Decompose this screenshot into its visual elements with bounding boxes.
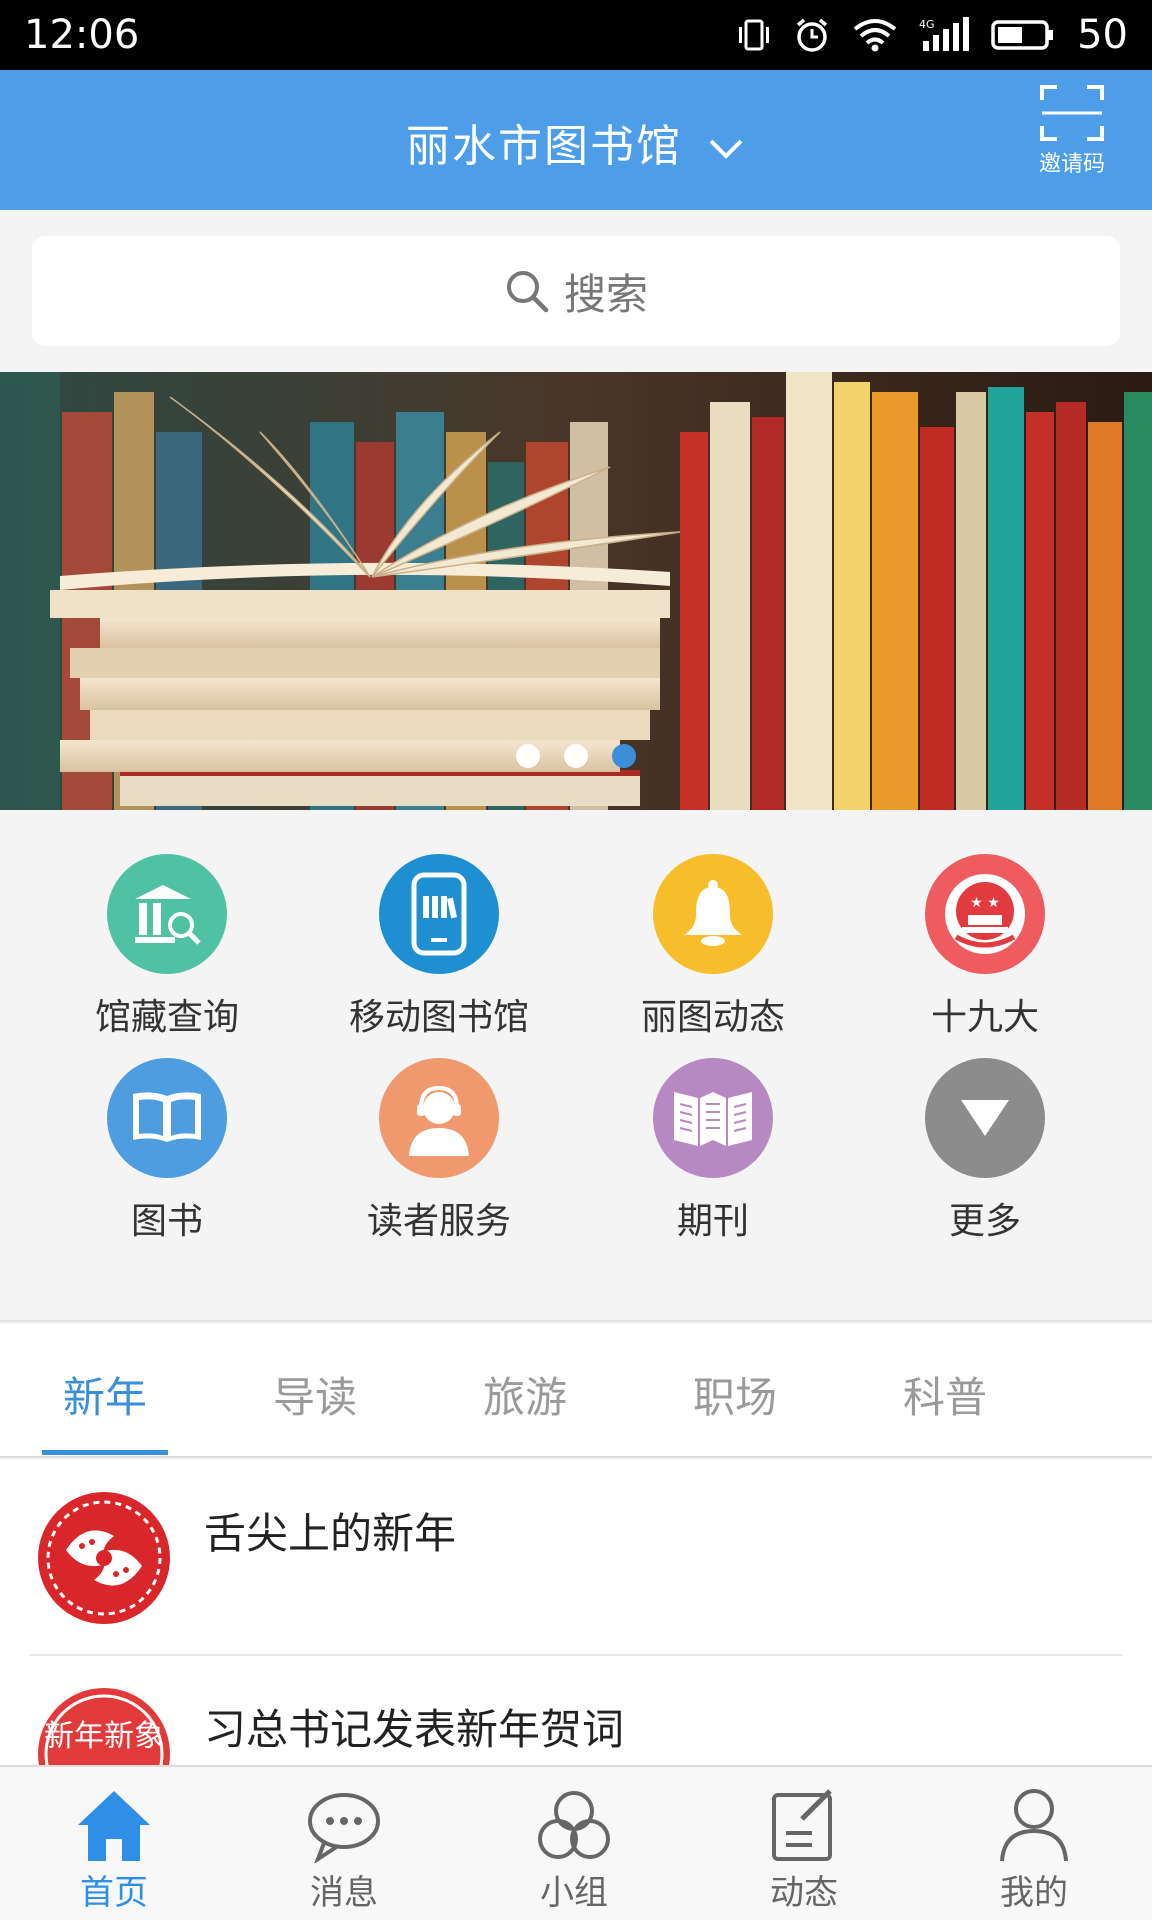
book-icon (107, 1058, 227, 1178)
grid-item-19th-congress[interactable]: ★ ★ 十九大 (870, 854, 1100, 1040)
invite-code-label: 邀请码 (1038, 152, 1105, 177)
bottom-nav: 首页 消息 小组 动态 我的 (0, 1765, 1152, 1920)
grid-item-mobile-library[interactable]: 移动图书馆 (324, 854, 554, 1040)
user-icon (1000, 1789, 1068, 1862)
article-list: 舌尖上的新年 新年新象 习总书记发表新年贺词 (0, 1460, 1152, 1765)
alarm-icon (796, 18, 828, 52)
carousel-dot[interactable] (564, 744, 588, 768)
chat-icon (308, 1793, 380, 1863)
tab-science[interactable]: 科普 (882, 1364, 1008, 1425)
scan-icon (1040, 85, 1104, 141)
wifi-icon (853, 19, 897, 52)
carousel-dot[interactable] (516, 744, 540, 768)
mobile-library-icon (379, 854, 499, 974)
edit-icon (772, 1789, 832, 1861)
magazine-icon (653, 1058, 773, 1178)
grid-label: 十九大 (930, 997, 1039, 1038)
nav-label: 小组 (540, 1873, 608, 1913)
grid-label: 更多 (948, 1201, 1021, 1242)
search-icon (506, 271, 549, 313)
vibrate-icon (739, 19, 770, 51)
grid-item-library-news[interactable]: 丽图动态 (598, 854, 828, 1040)
library-search-icon (107, 854, 227, 974)
tab-workplace[interactable]: 职场 (672, 1364, 798, 1425)
grid-label: 读者服务 (366, 1201, 511, 1242)
battery-icon (991, 20, 1054, 50)
article-title: 习总书记发表新年贺词 (204, 1705, 625, 1754)
signal-icon: 4G (919, 17, 970, 51)
active-tab-indicator (42, 1450, 168, 1455)
status-icons: 4G 50 (737, 12, 1128, 58)
nav-messages[interactable]: 消息 (264, 1787, 424, 1914)
list-item[interactable]: 舌尖上的新年 (0, 1460, 1152, 1656)
article-title: 舌尖上的新年 (204, 1509, 457, 1558)
tab-new-year[interactable]: 新年 (42, 1364, 168, 1425)
nav-home[interactable]: 首页 (34, 1787, 194, 1914)
grid-item-more[interactable]: 更多 (870, 1058, 1100, 1244)
search-input[interactable]: 搜索 (32, 236, 1120, 346)
grid-label: 图书 (130, 1201, 203, 1242)
invite-code-button[interactable]: 邀请码 (1028, 84, 1116, 178)
carousel-indicators (0, 744, 1152, 768)
paper-cut-new-year-icon: 新年新象 (38, 1688, 170, 1765)
quick-access-grid: 馆藏查询 移动图书馆 丽图动态 ★ ★ 十九大 图书 读者服务 期刊 更多 (0, 810, 1152, 1322)
list-item[interactable]: 新年新象 习总书记发表新年贺词 (0, 1656, 1152, 1765)
grid-item-books[interactable]: 图书 (52, 1058, 282, 1244)
carousel-dot-active[interactable] (612, 744, 636, 768)
app-header: 丽水市图书馆 邀请码 (0, 70, 1152, 210)
bell-icon (653, 854, 773, 974)
grid-item-reader-services[interactable]: 读者服务 (324, 1058, 554, 1244)
nav-profile[interactable]: 我的 (954, 1787, 1114, 1914)
nav-feed[interactable]: 动态 (724, 1787, 884, 1914)
nav-groups[interactable]: 小组 (494, 1787, 654, 1914)
grid-label: 期刊 (676, 1201, 749, 1242)
library-selector[interactable]: 丽水市图书馆 (0, 110, 1152, 174)
category-tabs: 新年 导读 旅游 职场 科普 (0, 1324, 1152, 1458)
status-bar: 12:06 4G 50 (0, 0, 1152, 70)
nav-label: 消息 (310, 1873, 378, 1913)
more-icon (925, 1058, 1045, 1178)
page-title: 丽水市图书馆 (406, 121, 682, 172)
svg-text:4G: 4G (919, 18, 935, 31)
svg-text:★ ★: ★ ★ (970, 895, 1000, 911)
battery-level: 50 (1077, 12, 1128, 58)
headset-user-icon (379, 1058, 499, 1178)
nav-label: 动态 (770, 1873, 838, 1913)
grid-item-periodicals[interactable]: 期刊 (598, 1058, 828, 1244)
grid-label: 馆藏查询 (94, 997, 239, 1038)
svg-text:新年新象: 新年新象 (44, 1719, 164, 1754)
grid-label: 丽图动态 (640, 997, 785, 1038)
grid-label: 移动图书馆 (348, 997, 529, 1038)
chevron-down-icon (709, 139, 743, 159)
search-placeholder: 搜索 (563, 269, 648, 319)
status-time: 12:06 (24, 12, 140, 58)
tab-guide-reading[interactable]: 导读 (252, 1364, 378, 1425)
tab-travel[interactable]: 旅游 (462, 1364, 588, 1425)
paper-cut-fish-icon (38, 1492, 170, 1624)
grid-item-collection-search[interactable]: 馆藏查询 (52, 854, 282, 1040)
banner-carousel[interactable] (0, 372, 1152, 810)
nav-label: 我的 (1000, 1873, 1068, 1913)
emblem-icon: ★ ★ (925, 854, 1045, 974)
nav-label: 首页 (80, 1873, 148, 1913)
home-icon (78, 1791, 150, 1861)
group-icon (538, 1791, 610, 1859)
